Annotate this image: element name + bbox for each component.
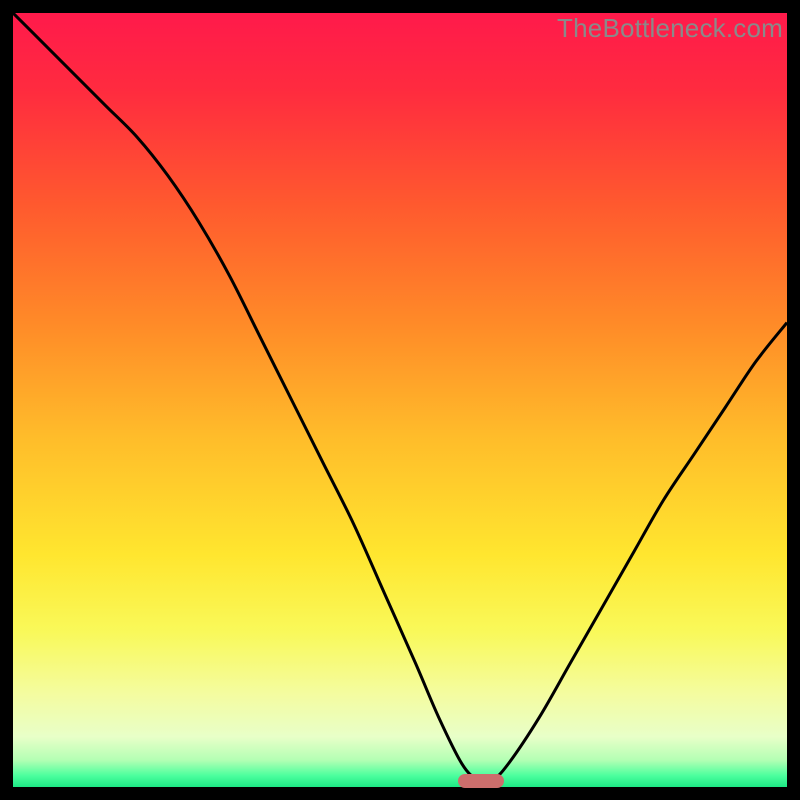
chart-frame: TheBottleneck.com <box>13 13 787 787</box>
chart-plot <box>13 13 787 787</box>
optimum-marker <box>458 774 504 788</box>
watermark-text: TheBottleneck.com <box>557 13 783 44</box>
